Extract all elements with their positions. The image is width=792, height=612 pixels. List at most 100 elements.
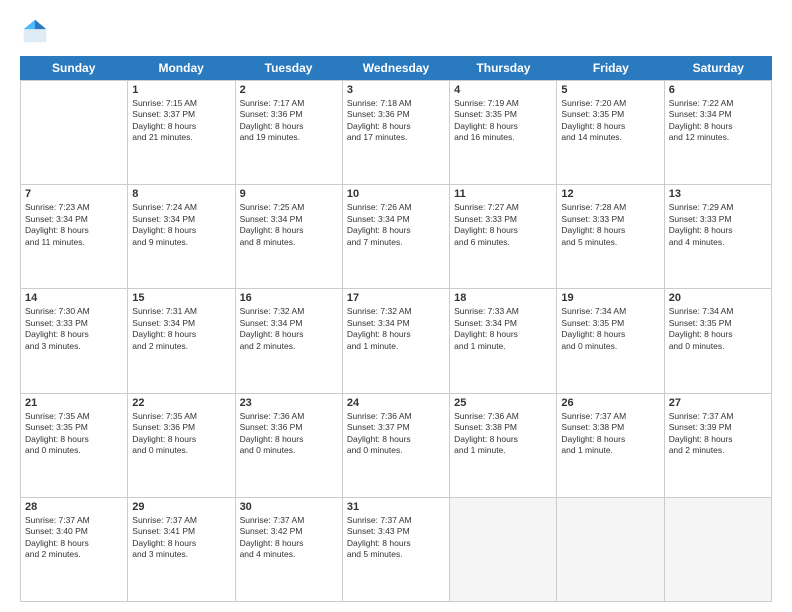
header (20, 16, 772, 46)
cell-info: Sunrise: 7:15 AMSunset: 3:37 PMDaylight:… (132, 98, 230, 144)
calendar-cell: 2 Sunrise: 7:17 AMSunset: 3:36 PMDaylight… (236, 81, 343, 184)
logo (20, 16, 52, 46)
calendar-cell: 13Sunrise: 7:29 AMSunset: 3:33 PMDayligh… (665, 185, 772, 288)
cell-info: Sunrise: 7:31 AMSunset: 3:34 PMDaylight:… (132, 306, 230, 352)
day-number: 18 (454, 292, 552, 304)
cell-info: Sunrise: 7:18 AMSunset: 3:36 PMDaylight:… (347, 98, 445, 144)
calendar-cell: 4 Sunrise: 7:19 AMSunset: 3:35 PMDaylight… (450, 81, 557, 184)
header-day: Tuesday (235, 56, 342, 80)
header-day: Monday (127, 56, 234, 80)
cell-info: Sunrise: 7:35 AMSunset: 3:35 PMDaylight:… (25, 411, 123, 457)
calendar-cell: 15 Sunrise: 7:31 AMSunset: 3:34 PMDayligh… (128, 289, 235, 392)
calendar-cell: 3 Sunrise: 7:18 AMSunset: 3:36 PMDaylight… (343, 81, 450, 184)
cell-info: Sunrise: 7:33 AMSunset: 3:34 PMDaylight:… (454, 306, 552, 352)
calendar-cell: 20Sunrise: 7:34 AMSunset: 3:35 PMDayligh… (665, 289, 772, 392)
cell-info: Sunrise: 7:34 AMSunset: 3:35 PMDaylight:… (561, 306, 659, 352)
day-number: 27 (669, 397, 767, 409)
cell-info: Sunrise: 7:25 AMSunset: 3:34 PMDaylight:… (240, 202, 338, 248)
calendar-cell: 31 Sunrise: 7:37 AMSunset: 3:43 PMDayligh… (343, 498, 450, 601)
cell-info: Sunrise: 7:20 AMSunset: 3:35 PMDaylight:… (561, 98, 659, 144)
cell-info: Sunrise: 7:37 AMSunset: 3:41 PMDaylight:… (132, 515, 230, 561)
header-day: Saturday (665, 56, 772, 80)
cell-info: Sunrise: 7:32 AMSunset: 3:34 PMDaylight:… (240, 306, 338, 352)
header-day: Sunday (20, 56, 127, 80)
calendar-cell (21, 81, 128, 184)
calendar-cell: 14Sunrise: 7:30 AMSunset: 3:33 PMDayligh… (21, 289, 128, 392)
calendar-cell: 19Sunrise: 7:34 AMSunset: 3:35 PMDayligh… (557, 289, 664, 392)
calendar-cell: 18 Sunrise: 7:33 AMSunset: 3:34 PMDayligh… (450, 289, 557, 392)
cell-info: Sunrise: 7:35 AMSunset: 3:36 PMDaylight:… (132, 411, 230, 457)
calendar-cell: 29 Sunrise: 7:37 AMSunset: 3:41 PMDayligh… (128, 498, 235, 601)
calendar-cell: 28Sunrise: 7:37 AMSunset: 3:40 PMDayligh… (21, 498, 128, 601)
header-day: Wednesday (342, 56, 449, 80)
day-number: 22 (132, 397, 230, 409)
cell-info: Sunrise: 7:37 AMSunset: 3:43 PMDaylight:… (347, 515, 445, 561)
day-number: 6 (669, 84, 767, 96)
cell-info: Sunrise: 7:36 AMSunset: 3:36 PMDaylight:… (240, 411, 338, 457)
calendar-cell: 23Sunrise: 7:36 AMSunset: 3:36 PMDayligh… (236, 394, 343, 497)
calendar-cell: 16 Sunrise: 7:32 AMSunset: 3:34 PMDayligh… (236, 289, 343, 392)
header-day: Thursday (450, 56, 557, 80)
cell-info: Sunrise: 7:17 AMSunset: 3:36 PMDaylight:… (240, 98, 338, 144)
calendar-cell: 1 Sunrise: 7:15 AMSunset: 3:37 PMDaylight… (128, 81, 235, 184)
cell-info: Sunrise: 7:22 AMSunset: 3:34 PMDaylight:… (669, 98, 767, 144)
calendar-cell: 5 Sunrise: 7:20 AMSunset: 3:35 PMDaylight… (557, 81, 664, 184)
day-number: 16 (240, 292, 338, 304)
cell-info: Sunrise: 7:29 AMSunset: 3:33 PMDaylight:… (669, 202, 767, 248)
cell-info: Sunrise: 7:24 AMSunset: 3:34 PMDaylight:… (132, 202, 230, 248)
calendar-cell (557, 498, 664, 601)
calendar-cell: 30 Sunrise: 7:37 AMSunset: 3:42 PMDayligh… (236, 498, 343, 601)
calendar-cell: 7 Sunrise: 7:23 AMSunset: 3:34 PMDaylight… (21, 185, 128, 288)
cell-info: Sunrise: 7:37 AMSunset: 3:40 PMDaylight:… (25, 515, 123, 561)
day-number: 25 (454, 397, 552, 409)
calendar-cell: 9 Sunrise: 7:25 AMSunset: 3:34 PMDaylight… (236, 185, 343, 288)
cell-info: Sunrise: 7:26 AMSunset: 3:34 PMDaylight:… (347, 202, 445, 248)
calendar-cell: 17Sunrise: 7:32 AMSunset: 3:34 PMDayligh… (343, 289, 450, 392)
page: SundayMondayTuesdayWednesdayThursdayFrid… (0, 0, 792, 612)
day-number: 3 (347, 84, 445, 96)
day-number: 17 (347, 292, 445, 304)
day-number: 20 (669, 292, 767, 304)
calendar-row: 14Sunrise: 7:30 AMSunset: 3:33 PMDayligh… (21, 289, 772, 393)
day-number: 30 (240, 501, 338, 513)
calendar-cell: 25 Sunrise: 7:36 AMSunset: 3:38 PMDayligh… (450, 394, 557, 497)
day-number: 7 (25, 188, 123, 200)
cell-info: Sunrise: 7:30 AMSunset: 3:33 PMDaylight:… (25, 306, 123, 352)
day-number: 10 (347, 188, 445, 200)
day-number: 24 (347, 397, 445, 409)
calendar-cell: 24 Sunrise: 7:36 AMSunset: 3:37 PMDayligh… (343, 394, 450, 497)
day-number: 31 (347, 501, 445, 513)
day-number: 9 (240, 188, 338, 200)
day-number: 12 (561, 188, 659, 200)
cell-info: Sunrise: 7:36 AMSunset: 3:38 PMDaylight:… (454, 411, 552, 457)
day-number: 15 (132, 292, 230, 304)
cell-info: Sunrise: 7:37 AMSunset: 3:38 PMDaylight:… (561, 411, 659, 457)
logo-icon (20, 16, 50, 46)
day-number: 26 (561, 397, 659, 409)
day-number: 5 (561, 84, 659, 96)
cell-info: Sunrise: 7:23 AMSunset: 3:34 PMDaylight:… (25, 202, 123, 248)
day-number: 1 (132, 84, 230, 96)
day-number: 29 (132, 501, 230, 513)
day-number: 8 (132, 188, 230, 200)
calendar-cell: 21Sunrise: 7:35 AMSunset: 3:35 PMDayligh… (21, 394, 128, 497)
calendar-cell: 12 Sunrise: 7:28 AMSunset: 3:33 PMDayligh… (557, 185, 664, 288)
calendar-cell: 10 Sunrise: 7:26 AMSunset: 3:34 PMDayligh… (343, 185, 450, 288)
cell-info: Sunrise: 7:28 AMSunset: 3:33 PMDaylight:… (561, 202, 659, 248)
cell-info: Sunrise: 7:37 AMSunset: 3:42 PMDaylight:… (240, 515, 338, 561)
calendar-cell: 8 Sunrise: 7:24 AMSunset: 3:34 PMDaylight… (128, 185, 235, 288)
calendar: SundayMondayTuesdayWednesdayThursdayFrid… (20, 56, 772, 602)
calendar-cell (450, 498, 557, 601)
day-number: 4 (454, 84, 552, 96)
day-number: 11 (454, 188, 552, 200)
calendar-row: 7 Sunrise: 7:23 AMSunset: 3:34 PMDaylight… (21, 185, 772, 289)
cell-info: Sunrise: 7:19 AMSunset: 3:35 PMDaylight:… (454, 98, 552, 144)
cell-info: Sunrise: 7:36 AMSunset: 3:37 PMDaylight:… (347, 411, 445, 457)
calendar-row: 28Sunrise: 7:37 AMSunset: 3:40 PMDayligh… (21, 498, 772, 602)
calendar-cell: 27Sunrise: 7:37 AMSunset: 3:39 PMDayligh… (665, 394, 772, 497)
cell-info: Sunrise: 7:27 AMSunset: 3:33 PMDaylight:… (454, 202, 552, 248)
calendar-header: SundayMondayTuesdayWednesdayThursdayFrid… (20, 56, 772, 80)
header-day: Friday (557, 56, 664, 80)
day-number: 2 (240, 84, 338, 96)
calendar-row: 1 Sunrise: 7:15 AMSunset: 3:37 PMDaylight… (21, 81, 772, 185)
